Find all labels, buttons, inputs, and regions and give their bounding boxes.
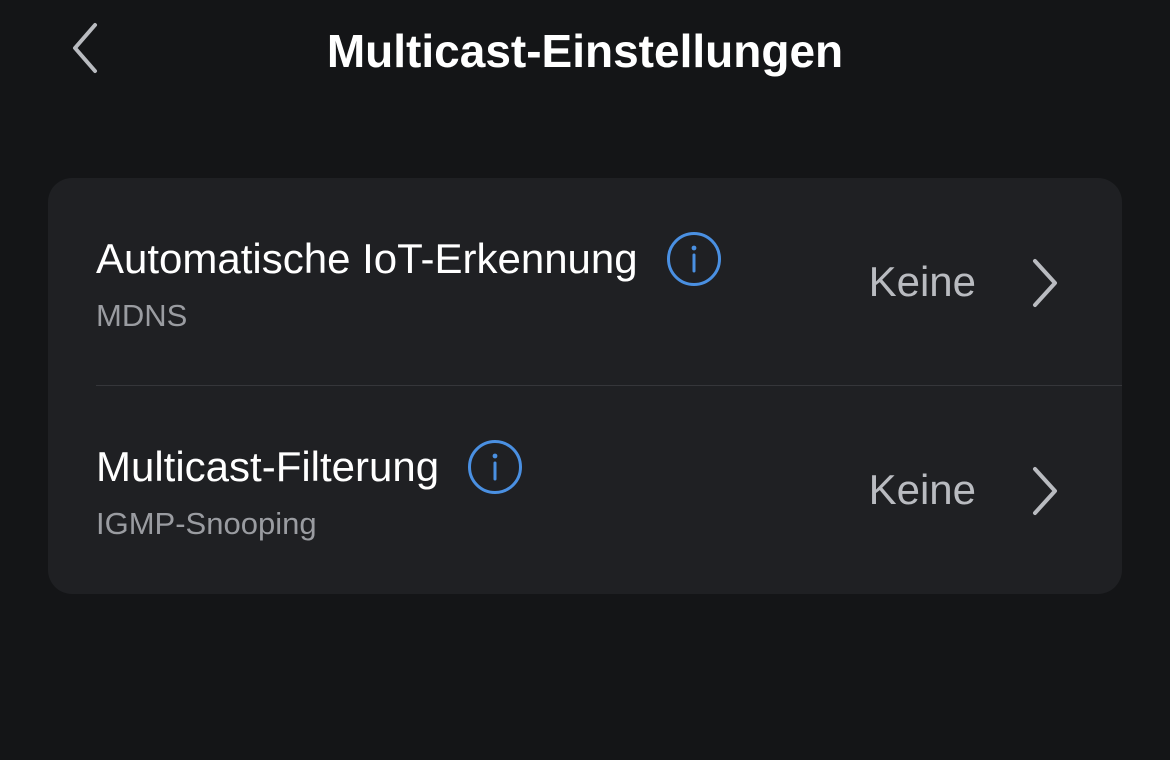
page-title: Multicast-Einstellungen [326,25,844,77]
info-button[interactable] [467,439,523,495]
chevron-right-icon [1033,467,1057,515]
info-icon [666,232,721,286]
setting-subtitle: MDNS [96,298,188,333]
info-button[interactable] [666,231,722,287]
setting-subtitle: IGMP-Snooping [96,506,317,541]
setting-title: Automatische IoT-Erkennung [96,235,638,282]
setting-row-iot-discovery[interactable]: Automatische IoT-Erkennung MDNS Keine [48,178,1122,385]
settings-card: Automatische IoT-Erkennung MDNS Keine Mu… [48,178,1122,594]
header: Multicast-Einstellungen [0,0,1170,100]
setting-title: Multicast-Filterung [96,443,440,490]
setting-row-multicast-filtering[interactable]: Multicast-Filterung IGMP-Snooping Keine [48,386,1122,593]
info-icon [468,440,523,494]
setting-value: Keine [868,466,976,513]
multicast-settings-page: Multicast-Einstellungen Automatische IoT… [0,0,1170,760]
setting-value: Keine [868,258,976,305]
chevron-right-icon [1033,259,1057,307]
